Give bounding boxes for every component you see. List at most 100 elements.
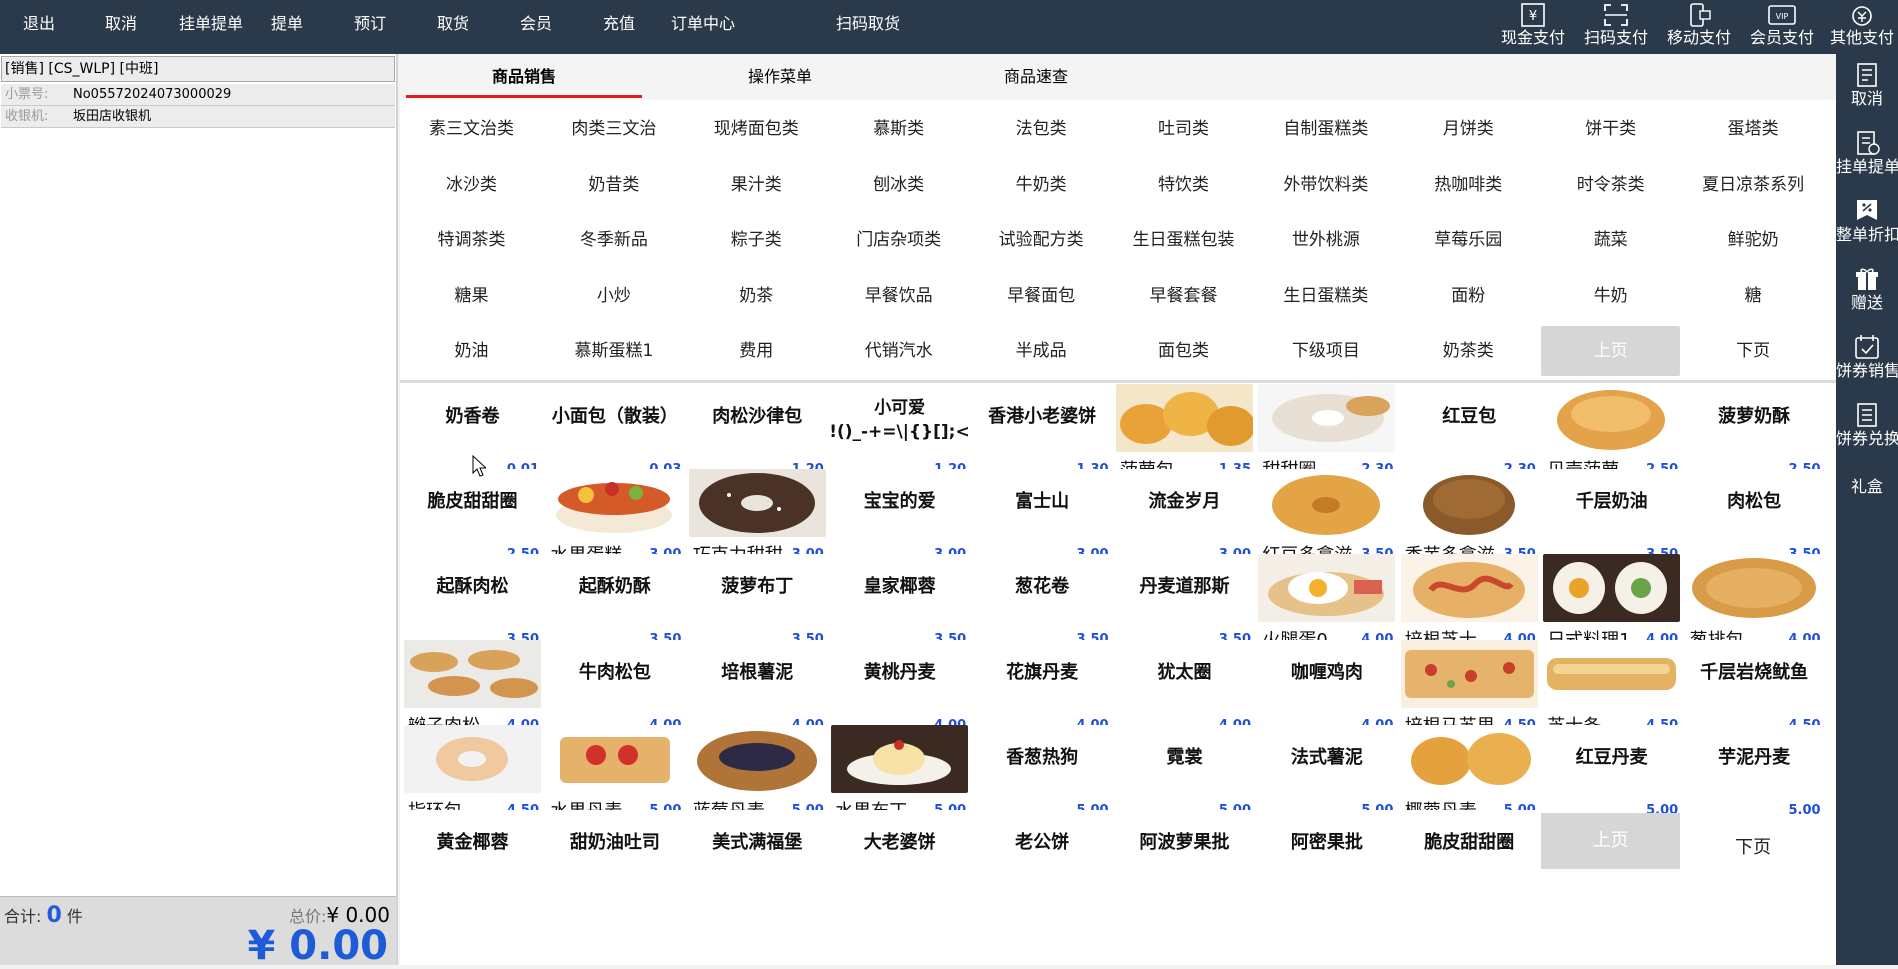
product-name: 培根薯泥: [721, 661, 794, 683]
vip-pay-button[interactable]: VIP 会员支付: [1743, 0, 1821, 54]
category-next-page-button[interactable]: 下页: [1684, 326, 1823, 376]
top-menu-bar: 退出 取消 挂单提单 提单 预订 取货 会员 充值 订单中心 扫码取货 ¥ 现金…: [0, 0, 1898, 54]
product-image: [688, 469, 826, 538]
category-item[interactable]: 试验配方类: [972, 215, 1111, 265]
category-item[interactable]: 小炒: [544, 271, 683, 321]
vip-icon: VIP: [1768, 5, 1796, 25]
category-item[interactable]: 鲜驼奶: [1684, 215, 1823, 265]
cash-icon: ¥: [1521, 3, 1545, 27]
category-item[interactable]: 现烤面包类: [687, 104, 826, 154]
cash-pay-button[interactable]: ¥ 现金支付: [1494, 0, 1572, 54]
product-tile[interactable]: 美式满福堡: [686, 810, 828, 910]
sidebar-gift-box-button[interactable]: 礼盒: [1836, 466, 1898, 506]
category-item[interactable]: 费用: [687, 326, 826, 376]
sidebar-voucher-redeem-button[interactable]: 饼券兑换: [1836, 394, 1898, 462]
sidebar-voucher-sale-button[interactable]: 饼券销售: [1836, 326, 1898, 394]
category-item[interactable]: 代销汽水: [829, 326, 968, 376]
sidebar-discount-button[interactable]: 整单折扣: [1836, 190, 1898, 258]
category-item[interactable]: 牛奶: [1541, 271, 1680, 321]
menu-hold-order[interactable]: 挂单提单: [166, 0, 256, 48]
menu-recharge[interactable]: 充值: [590, 0, 648, 48]
sidebar-hold-order-button[interactable]: 挂单提单: [1836, 122, 1898, 190]
category-item[interactable]: 牛奶类: [972, 160, 1111, 210]
tab-product-lookup[interactable]: 商品速查: [914, 54, 1158, 100]
category-item[interactable]: 自制蛋糕类: [1256, 104, 1395, 154]
category-item[interactable]: 刨冰类: [829, 160, 968, 210]
menu-scan-pickup[interactable]: 扫码取货: [828, 0, 908, 48]
category-item[interactable]: 素三文治类: [402, 104, 541, 154]
category-prev-page-button[interactable]: 上页: [1541, 326, 1681, 376]
product-grid: 奶香卷0.01小面包（散装）0.03肉松沙律包1.20小可爱!()_-+=\|{…: [400, 384, 1836, 965]
sidebar-cancel-button[interactable]: 取消: [1836, 54, 1898, 122]
scan-pay-button[interactable]: 扫码支付: [1577, 0, 1655, 54]
category-item[interactable]: 夏日凉茶系列: [1684, 160, 1823, 210]
category-item[interactable]: 慕斯蛋糕1: [544, 326, 683, 376]
product-name: 小面包（散装）: [551, 406, 678, 427]
menu-exit[interactable]: 退出: [10, 0, 68, 48]
category-item[interactable]: 门店杂项类: [829, 215, 968, 265]
mobile-pay-button[interactable]: 移动支付: [1660, 0, 1738, 54]
product-prev-page-button[interactable]: 上页: [1541, 813, 1681, 869]
discount-icon: [1857, 200, 1877, 220]
menu-cancel[interactable]: 取消: [92, 0, 150, 48]
category-item[interactable]: 慕斯类: [829, 104, 968, 154]
category-item[interactable]: 时令茶类: [1541, 160, 1680, 210]
category-item[interactable]: 冬季新品: [544, 215, 683, 265]
category-item[interactable]: 早餐套餐: [1114, 271, 1253, 321]
category-item[interactable]: 蔬菜: [1541, 215, 1680, 265]
other-pay-button[interactable]: 其他支付: [1826, 0, 1898, 54]
category-item[interactable]: 下级项目: [1256, 326, 1395, 376]
category-item[interactable]: 果汁类: [687, 160, 826, 210]
product-tile[interactable]: 脆皮甜甜圈: [1398, 810, 1540, 910]
category-item[interactable]: 奶茶: [687, 271, 826, 321]
category-item[interactable]: 法包类: [972, 104, 1111, 154]
menu-order-center[interactable]: 订单中心: [664, 0, 742, 48]
category-item[interactable]: 生日蛋糕类: [1256, 271, 1395, 321]
category-item[interactable]: 世外桃源: [1256, 215, 1395, 265]
category-item[interactable]: 奶油: [402, 326, 541, 376]
category-item[interactable]: 奶茶类: [1399, 326, 1538, 376]
category-item[interactable]: 草莓乐园: [1399, 215, 1538, 265]
category-item[interactable]: 粽子类: [687, 215, 826, 265]
product-image: [1685, 554, 1823, 623]
category-item[interactable]: 面包类: [1114, 326, 1253, 376]
category-item[interactable]: 吐司类: [1114, 104, 1253, 154]
product-tile[interactable]: 红豆丹麦 5.00: [1541, 724, 1683, 825]
category-item[interactable]: 早餐面包: [972, 271, 1111, 321]
category-item[interactable]: 奶昔类: [544, 160, 683, 210]
sidebar-gift-button[interactable]: 赠送: [1836, 258, 1898, 326]
category-item[interactable]: 糖果: [402, 271, 541, 321]
category-item[interactable]: 外带饮料类: [1256, 160, 1395, 210]
sidebar-cancel-label: 取消: [1850, 89, 1883, 108]
category-item[interactable]: 糖: [1684, 271, 1823, 321]
menu-pickup[interactable]: 取货: [424, 0, 482, 48]
sidebar-hold-order-label: 挂单提单: [1836, 157, 1898, 176]
product-image: [546, 724, 684, 793]
category-item[interactable]: 特饮类: [1114, 160, 1253, 210]
product-tile[interactable]: 芋泥丹麦 5.00: [1683, 724, 1825, 825]
tab-product-sales[interactable]: 商品销售: [402, 54, 646, 100]
product-next-page-button[interactable]: 下页: [1684, 820, 1823, 876]
product-tile[interactable]: 大老婆饼: [829, 810, 971, 910]
category-item[interactable]: 月饼类: [1399, 104, 1538, 154]
category-item[interactable]: 蛋塔类: [1684, 104, 1823, 154]
category-item[interactable]: 冰沙类: [402, 160, 541, 210]
product-tile[interactable]: 老公饼: [971, 810, 1113, 910]
product-tile[interactable]: 黄金椰蓉: [402, 810, 543, 910]
category-item[interactable]: 早餐饮品: [829, 271, 968, 321]
category-item[interactable]: 肉类三文治: [544, 104, 683, 154]
category-item[interactable]: 半成品: [972, 326, 1111, 376]
product-tile[interactable]: 阿波萝果批: [1114, 810, 1255, 910]
product-tile[interactable]: 阿密果批: [1256, 810, 1398, 910]
menu-member[interactable]: 会员: [507, 0, 565, 48]
category-item[interactable]: 面粉: [1399, 271, 1538, 321]
vip-pay-label: 会员支付: [1749, 28, 1814, 47]
category-item[interactable]: 热咖啡类: [1399, 160, 1538, 210]
menu-recall-order[interactable]: 提单: [258, 0, 316, 48]
product-tile[interactable]: 甜奶油吐司: [544, 810, 686, 910]
category-item[interactable]: 特调茶类: [402, 215, 541, 265]
category-item[interactable]: 饼干类: [1541, 104, 1680, 154]
tab-operation-menu[interactable]: 操作菜单: [658, 54, 902, 100]
menu-reserve[interactable]: 预订: [341, 0, 399, 48]
category-item[interactable]: 生日蛋糕包装: [1114, 215, 1253, 265]
